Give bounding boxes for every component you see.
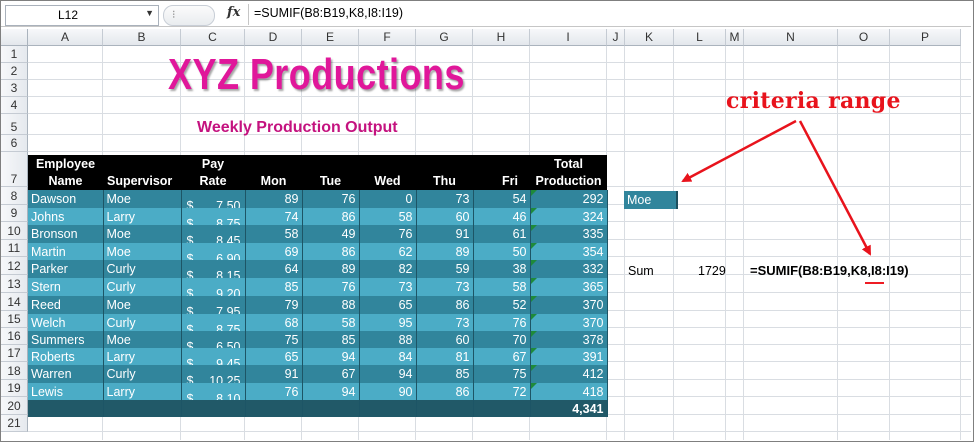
arrow-to-criteria-cell [681,119,797,183]
arrow-to-formula-k8 [798,120,872,256]
annotation-arrows [681,119,872,256]
